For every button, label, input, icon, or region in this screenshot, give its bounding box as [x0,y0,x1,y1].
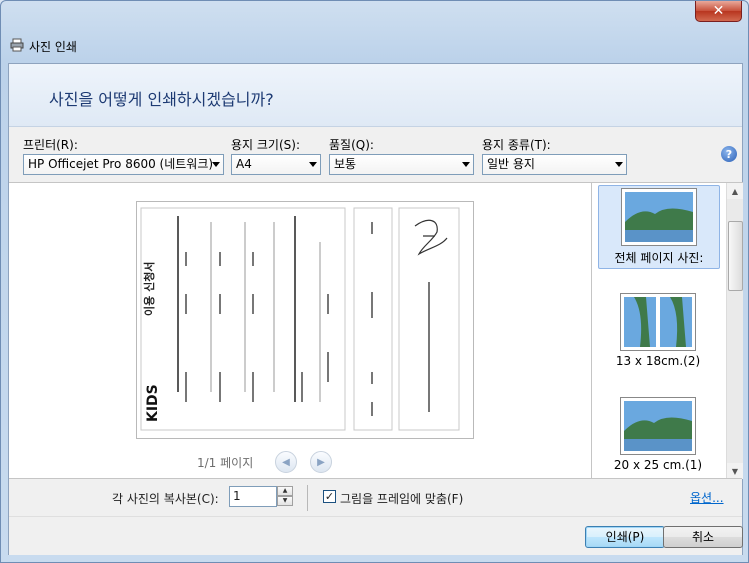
copies-label: 각 사진의 복사본(C): [112,492,219,506]
chevron-down-icon [212,162,220,167]
layout-caption: 20 x 25 cm.(1) [613,458,703,472]
header-question: 사진을 어떻게 인쇄하시겠습니까? [49,90,274,109]
fit-to-frame-checkbox[interactable]: ✓ [323,490,336,503]
layout-20x25[interactable]: 20 x 25 cm.(1) [598,395,718,477]
arrow-right-icon: ▶ [317,456,325,468]
layout-caption: 13 x 18cm.(2) [615,354,701,368]
paper-size-dropdown[interactable]: A4 [231,154,321,175]
previous-page-button[interactable]: ◀ [275,451,297,473]
brand-logo: KIDS [145,384,161,422]
landscape-thumbnail [621,188,697,246]
divider [307,485,308,511]
paper-size-value: A4 [236,157,252,171]
dialog-header: 사진을 어떻게 인쇄하시겠습니까? [9,64,742,127]
arrow-left-icon: ◀ [282,456,290,468]
paper-type-dropdown[interactable]: 일반 용지 [482,154,627,175]
print-pictures-window: ✕ 사진 인쇄 사진을 어떻게 인쇄하시겠습니까? 프린터(R): HP Off… [0,0,749,563]
next-page-button[interactable]: ▶ [310,451,332,473]
fit-to-frame-label[interactable]: 그림을 프레임에 맞춤(F) [340,490,463,507]
layout-list: 전체 페이지 사진: 13 x 18cm.(2) 20 x 25 cm.(1) … [591,182,743,479]
paper-size-label: 용지 크기(S): [231,138,300,152]
copies-bar: 각 사진의 복사본(C): 1 ▲ ▼ ✓ 그림을 프레임에 맞춤(F) 옵션.… [9,478,742,517]
layout-caption: 전체 페이지 사진: [614,251,704,265]
form-thumbnail [140,207,460,431]
chevron-down-icon [462,162,470,167]
window-title: 사진 인쇄 [29,40,77,54]
scroll-thumb[interactable] [728,221,743,291]
chevron-down-icon [615,162,623,167]
form-title: 이용 신청서 [143,261,156,316]
preview-page: 이용 신청서 KIDS [136,201,474,439]
printer-value: HP Officejet Pro 8600 (네트워크) [28,157,214,171]
paper-type-value: 일반 용지 [487,157,535,171]
chevron-down-icon [309,162,317,167]
close-button[interactable]: ✕ [695,1,742,22]
two-photo-thumbnail [620,293,696,351]
spin-down-icon[interactable]: ▼ [277,496,293,506]
quality-value: 보통 [334,157,357,171]
print-button[interactable]: 인쇄(P) [585,526,665,548]
dialog-body: 사진을 어떻게 인쇄하시겠습니까? 프린터(R): HP Officejet P… [8,63,743,555]
quality-dropdown[interactable]: 보통 [329,154,474,175]
printer-dropdown[interactable]: HP Officejet Pro 8600 (네트워크) [23,154,224,175]
layout-full-page[interactable]: 전체 페이지 사진: [598,185,720,269]
printer-label: 프린터(R): [23,138,78,152]
quality-label: 품질(Q): [329,138,374,152]
cancel-button[interactable]: 취소 [663,526,743,548]
printer-icon [10,38,24,52]
help-icon[interactable]: ? [721,146,737,162]
page-indicator: 1/1 페이지 [197,456,254,470]
layout-13x18[interactable]: 13 x 18cm.(2) [598,291,718,373]
options-link[interactable]: 옵션... [690,489,724,506]
layout-scrollbar[interactable]: ▲ ▼ [726,183,743,479]
copies-input[interactable]: 1 [229,486,277,507]
paper-type-label: 용지 종류(T): [482,138,551,152]
print-preview-area: 이용 신청서 KIDS 1/1 페이지 ◀ ▶ [9,182,591,479]
scroll-up-icon[interactable]: ▲ [727,183,743,199]
dialog-footer: 인쇄(P) 취소 [9,516,743,555]
scroll-down-icon[interactable]: ▼ [727,463,743,479]
landscape-thumbnail [620,397,696,455]
spin-up-icon[interactable]: ▲ [277,486,293,496]
copies-spinner[interactable]: ▲ ▼ [277,486,293,507]
title-bar: ✕ [1,1,748,31]
